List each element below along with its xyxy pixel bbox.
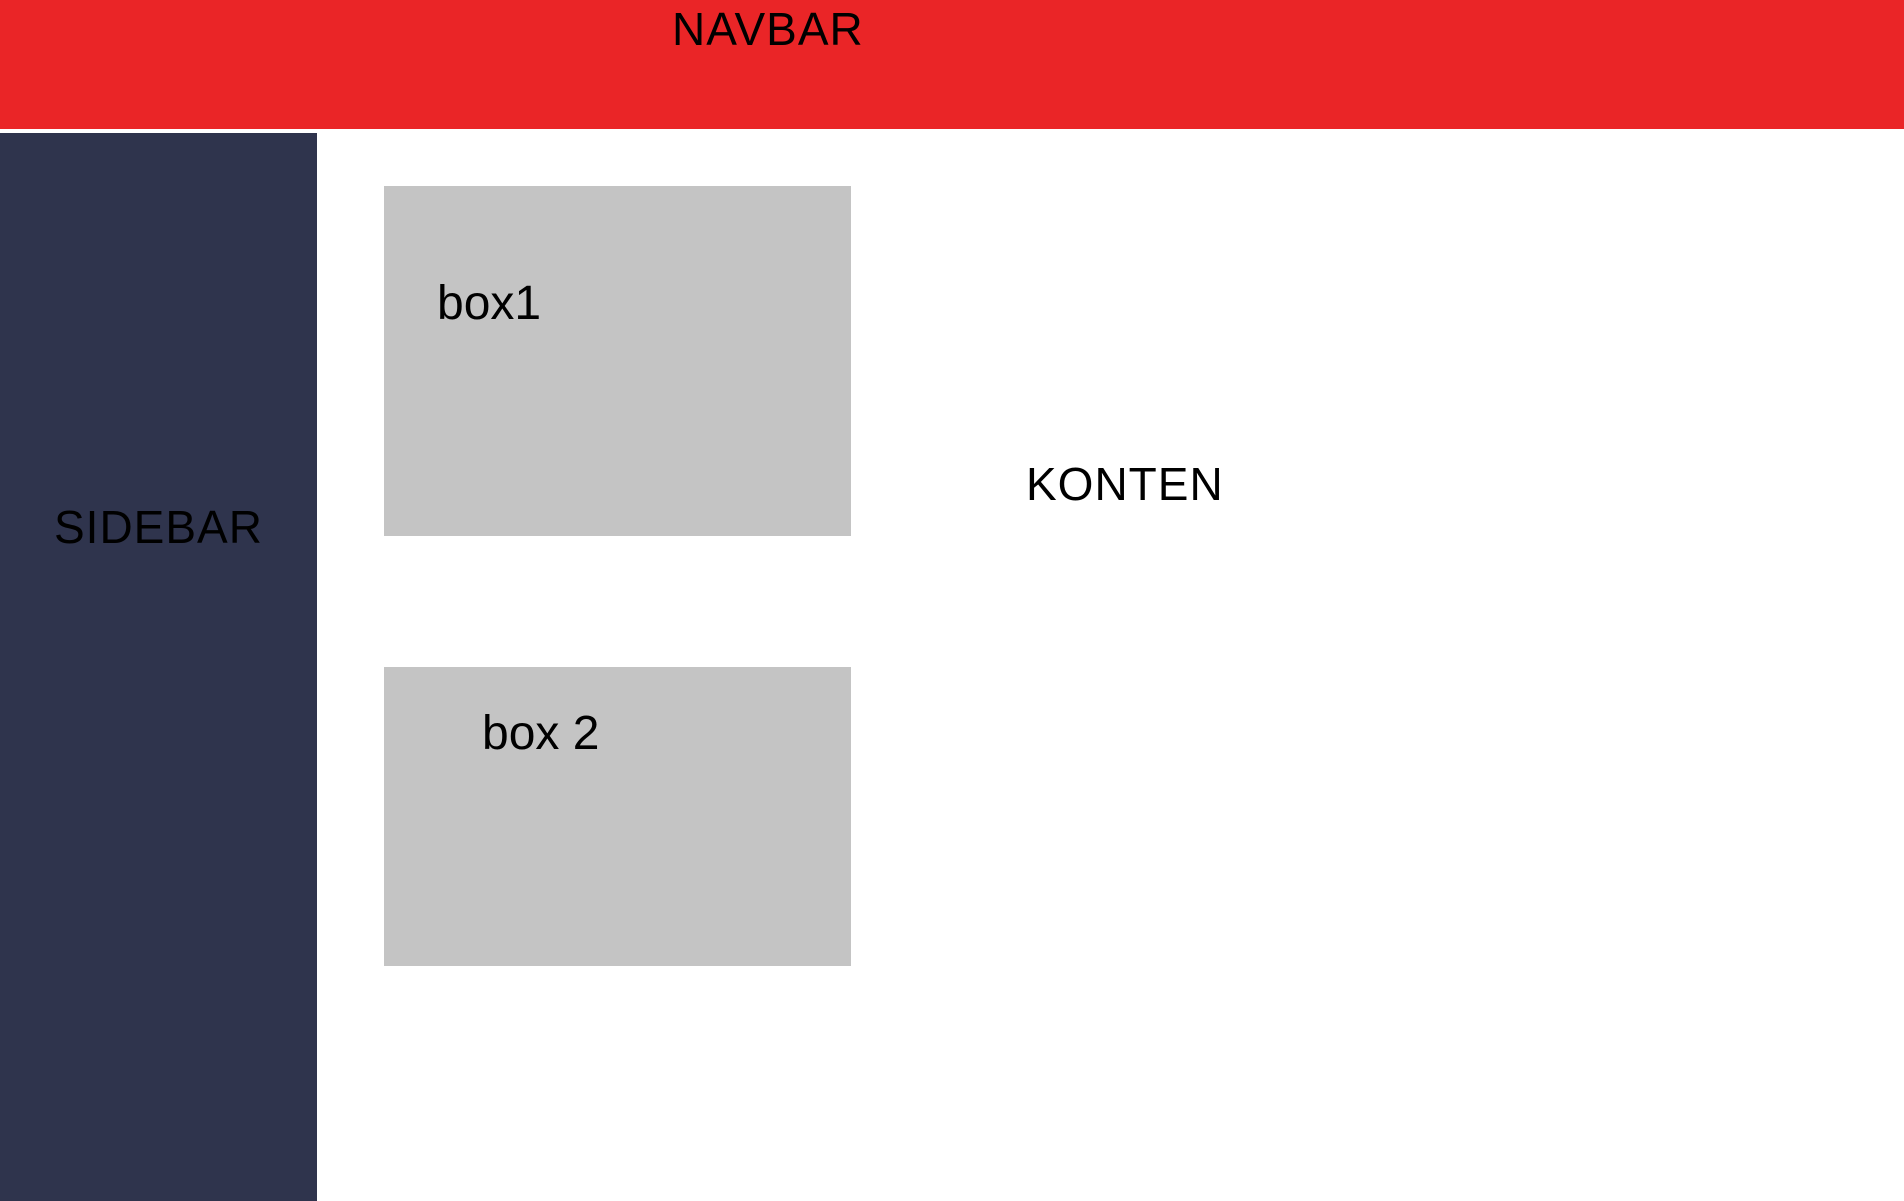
content-area: box1 box 2 KONTEN: [317, 133, 1904, 1201]
content-title: KONTEN: [1026, 458, 1224, 510]
box-1: box1: [384, 186, 851, 536]
box-1-label: box1: [437, 277, 542, 330]
page: NAVBAR SIDEBAR box1 box 2 KONTEN: [0, 0, 1904, 1201]
box-2-label: box 2: [482, 707, 600, 760]
sidebar: SIDEBAR: [0, 133, 317, 1201]
box-2: box 2: [384, 667, 851, 966]
sidebar-title: SIDEBAR: [54, 501, 263, 553]
navbar: NAVBAR: [0, 0, 1904, 129]
navbar-title: NAVBAR: [672, 3, 864, 55]
